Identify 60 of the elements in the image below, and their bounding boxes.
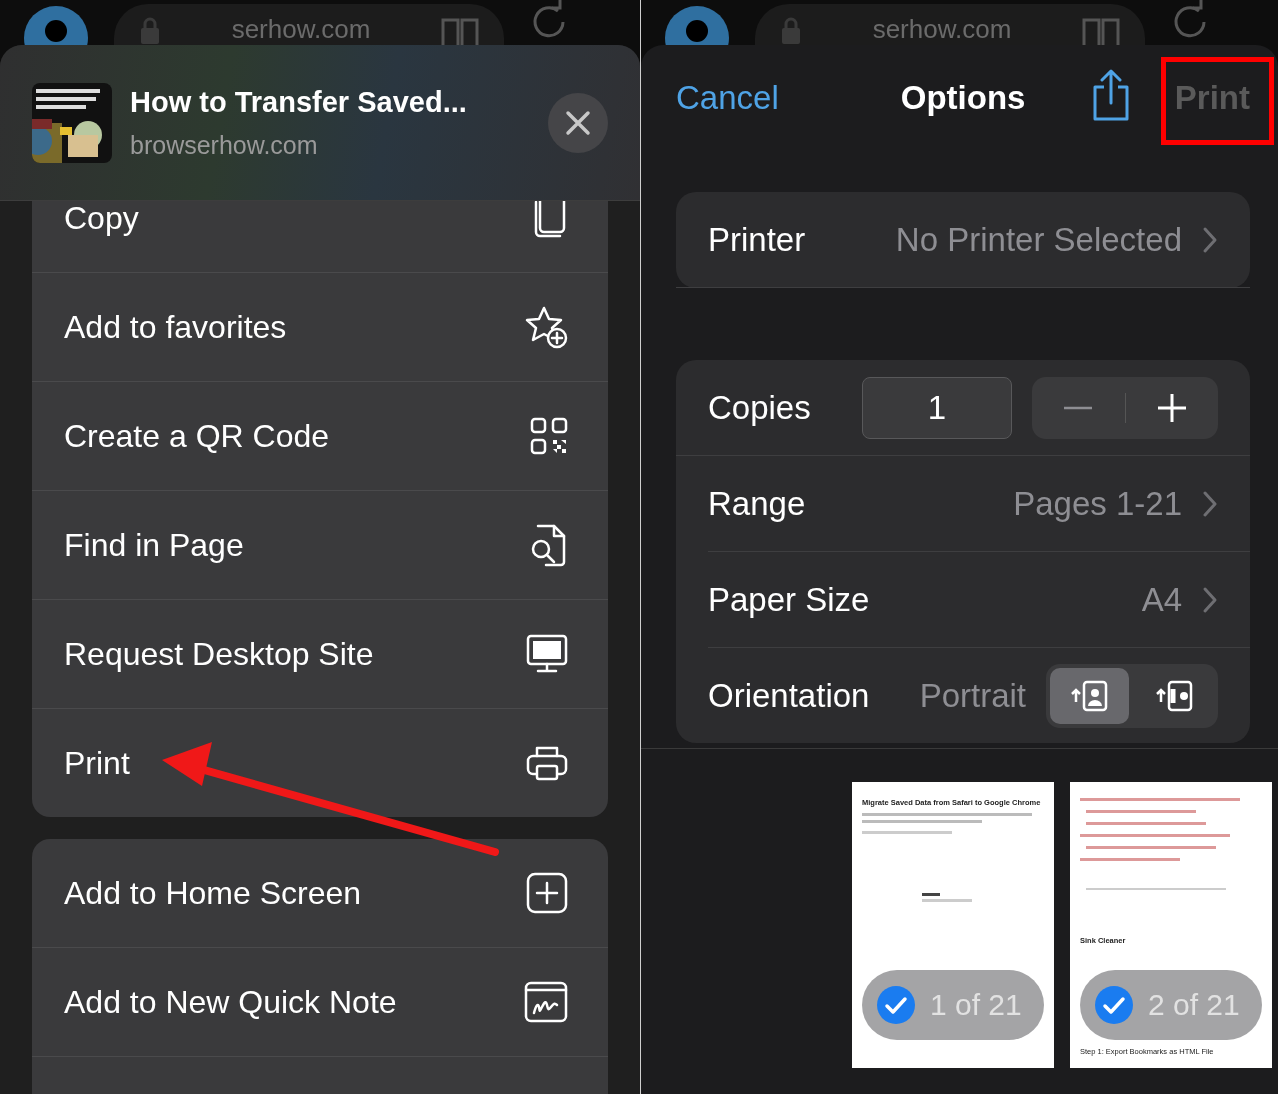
menu-item[interactable]: Add to Home Screen <box>32 839 608 948</box>
book-icon[interactable] <box>1081 16 1121 45</box>
setting-label: Range <box>708 484 806 523</box>
setting-value: Portrait <box>919 676 1026 715</box>
printer-icon <box>526 744 568 782</box>
add-square-icon <box>526 872 568 914</box>
page-title: How to Transfer Saved... <box>130 85 468 119</box>
menu-item[interactable]: Create a QR Code <box>32 382 608 491</box>
qr-code-icon <box>530 417 568 455</box>
menu-item[interactable]: Print <box>32 709 608 817</box>
menu-item[interactable]: Find in Page <box>32 491 608 600</box>
lock-icon <box>779 16 803 45</box>
cancel-button[interactable]: Cancel <box>676 78 779 117</box>
menu-item[interactable]: Request Desktop Site <box>32 600 608 709</box>
address-text: serhow.com <box>871 14 1013 44</box>
copy-icon <box>532 201 568 238</box>
portrait-icon <box>1070 679 1109 712</box>
menu-item-label: Copy <box>64 201 139 237</box>
checkmark-icon[interactable] <box>1094 985 1134 1025</box>
setting-row[interactable]: Range Pages 1-21 <box>708 456 1250 552</box>
book-icon[interactable] <box>440 16 480 45</box>
menu-item[interactable]: Add to favorites <box>32 273 608 382</box>
menu-item-label: Add to New Quick Note <box>64 983 397 1021</box>
page-url: browserhow.com <box>130 130 319 160</box>
setting-label: Orientation <box>708 676 870 715</box>
setting-value: No Printer Selected <box>895 220 1182 259</box>
setting-label: Printer <box>708 220 806 259</box>
plus-icon <box>1156 392 1187 423</box>
menu-item-label: Print <box>64 744 130 782</box>
landscape-icon <box>1155 679 1194 712</box>
menu-item-label: Request Desktop Site <box>64 635 374 673</box>
copies-field[interactable]: 1 <box>862 376 1012 439</box>
chevron-icon <box>1202 489 1218 518</box>
dialog-title: Options <box>900 78 1026 117</box>
share-icon <box>1091 69 1132 123</box>
chevron-icon <box>1202 585 1218 614</box>
setting-label: Copies <box>708 388 811 427</box>
menu-item[interactable]: Copy <box>32 201 608 273</box>
setting-value: Pages 1-21 <box>1013 484 1182 523</box>
printer-row[interactable]: Printer No Printer Selected <box>676 192 1250 288</box>
orientation-option[interactable] <box>1050 667 1129 724</box>
menu-item-label: Add to favorites <box>64 308 287 346</box>
setting-value: A4 <box>1141 580 1182 619</box>
menu-item-label: Add to Home Screen <box>64 874 362 912</box>
address-text: serhow.com <box>230 14 372 44</box>
menu-item-label: Create a QR Code <box>64 417 329 455</box>
page-count: 2 of 21 <box>1148 988 1240 1022</box>
quick-note-icon <box>524 981 568 1023</box>
desktop-icon <box>526 634 568 674</box>
menu-item[interactable]: Add to New Quick Note <box>32 948 608 1057</box>
setting-row[interactable]: Paper Size A4 <box>708 552 1250 648</box>
chevron-icon <box>1202 225 1218 254</box>
menu-item-label: Find in Page <box>64 526 244 564</box>
setting-label: Paper Size <box>708 580 870 619</box>
minus-icon <box>1063 405 1094 410</box>
star-plus-icon <box>524 305 568 349</box>
close-icon <box>565 109 591 136</box>
checkmark-icon[interactable] <box>876 985 916 1025</box>
page-count: 1 of 21 <box>930 988 1022 1022</box>
copies-stepper[interactable] <box>1032 376 1218 439</box>
